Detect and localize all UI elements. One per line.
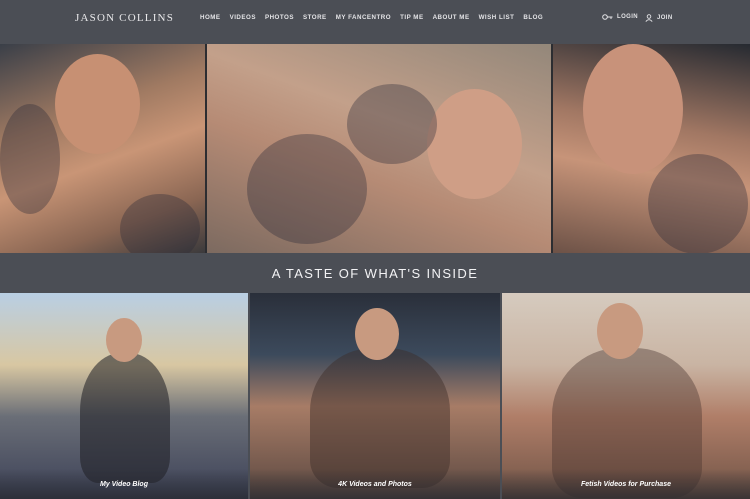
nav-videos[interactable]: VIDEOS: [230, 14, 256, 21]
nav-tip-me[interactable]: TIP ME: [400, 14, 424, 21]
nav-about-me[interactable]: ABOUT ME: [433, 14, 470, 21]
login-label: LOGIN: [617, 14, 638, 20]
key-icon: [602, 14, 613, 20]
login-button[interactable]: LOGIN: [602, 14, 638, 20]
nav-store[interactable]: STORE: [303, 14, 327, 21]
tile-video-blog[interactable]: My Video Blog: [0, 293, 248, 499]
hero-photo-3: [553, 44, 750, 253]
join-label: JOIN: [657, 15, 673, 21]
tile-fetish-videos[interactable]: Fetish Videos for Purchase: [502, 293, 750, 499]
tile-caption: Fetish Videos for Purchase: [502, 469, 750, 499]
nav-wish-list[interactable]: WISH LIST: [479, 14, 515, 21]
hero-photo-1: [0, 44, 205, 253]
main-nav: HOME VIDEOS PHOTOS STORE MY FANCENTRO TI…: [200, 14, 543, 21]
nav-my-fancentro[interactable]: MY FANCENTRO: [336, 14, 391, 21]
tile-caption: My Video Blog: [0, 469, 248, 499]
section-header: A TASTE OF WHAT'S INSIDE: [0, 253, 750, 293]
hero-photo-2: [207, 44, 551, 253]
nav-blog[interactable]: BLOG: [523, 14, 543, 21]
nav-home[interactable]: HOME: [200, 14, 221, 21]
hero-photo-strip: [0, 44, 750, 253]
section-title: A TASTE OF WHAT'S INSIDE: [271, 265, 479, 281]
tile-caption: 4K Videos and Photos: [250, 469, 500, 499]
top-navigation-bar: JASON COLLINS HOME VIDEOS PHOTOS STORE M…: [0, 0, 750, 44]
join-button[interactable]: JOIN: [645, 14, 673, 22]
nav-photos[interactable]: PHOTOS: [265, 14, 294, 21]
tile-4k-videos[interactable]: 4K Videos and Photos: [250, 293, 500, 499]
user-icon: [645, 14, 653, 22]
site-logo[interactable]: JASON COLLINS: [75, 12, 174, 24]
